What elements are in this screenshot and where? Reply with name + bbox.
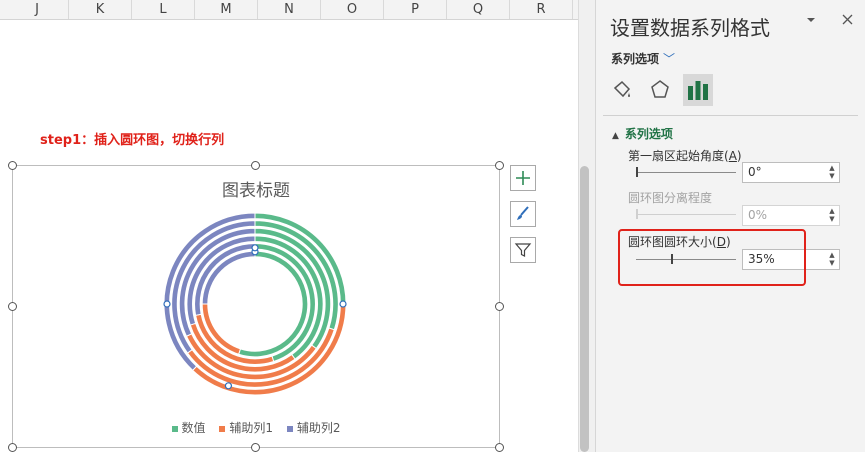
chart-elements-button[interactable] xyxy=(510,165,536,191)
tab-divider xyxy=(603,115,858,116)
doughnut-chart[interactable] xyxy=(150,206,362,402)
column-header-p[interactable]: P xyxy=(384,0,447,19)
label-accel: A xyxy=(728,149,737,163)
slider-thumb[interactable] xyxy=(636,167,638,177)
chart-styles-button[interactable] xyxy=(510,201,536,227)
column-header-k[interactable]: K xyxy=(69,0,132,19)
pane-options-dropdown[interactable] xyxy=(806,14,816,29)
input-value: 0% xyxy=(748,208,768,222)
close-icon xyxy=(842,14,853,25)
scrollbar-thumb[interactable] xyxy=(580,166,589,452)
legend-label: 数值 xyxy=(181,421,206,435)
legend-swatch xyxy=(171,425,178,432)
resize-handle-top[interactable] xyxy=(251,161,260,170)
selection-point[interactable] xyxy=(163,300,171,308)
column-header-r[interactable]: R xyxy=(510,0,573,19)
legend-swatch xyxy=(219,425,226,432)
plus-icon xyxy=(516,171,530,185)
first-slice-angle-input[interactable]: 0° ▲ ▼ xyxy=(742,162,840,183)
chevron-down-icon xyxy=(807,18,815,22)
column-header-o[interactable]: O xyxy=(321,0,384,19)
label-text: 第一扇区起始角度( xyxy=(628,149,729,163)
resize-handle-right[interactable] xyxy=(495,302,504,311)
label-text: 圆环图分离程度 xyxy=(628,191,713,205)
series-options-dropdown-label: 系列选项 xyxy=(611,52,660,66)
chart-title[interactable]: 图表标题 xyxy=(12,176,500,201)
bar-chart-icon xyxy=(688,81,708,100)
legend-item: 辅助列2 xyxy=(286,419,341,436)
spin-arrows: ▲ ▼ xyxy=(829,207,835,223)
input-value: 0° xyxy=(748,165,762,179)
label-suffix: ) xyxy=(736,149,742,163)
resize-handle-top-left[interactable] xyxy=(8,161,17,170)
format-series-pane xyxy=(595,0,865,452)
first-slice-angle-slider[interactable] xyxy=(636,172,736,173)
section-series-options[interactable]: ▲ 系列选项 xyxy=(612,125,673,142)
tab-effects[interactable] xyxy=(645,74,675,106)
column-header-q[interactable]: Q xyxy=(447,0,510,19)
series-options-dropdown[interactable]: 系列选项 ﹀ xyxy=(611,50,675,67)
chart-filters-button[interactable] xyxy=(510,237,536,263)
donut-explosion-slider xyxy=(636,214,736,215)
resize-handle-bottom-left[interactable] xyxy=(8,443,17,452)
legend-item: 辅助列1 xyxy=(219,419,273,436)
pane-close-button[interactable] xyxy=(842,14,853,29)
slider-thumb xyxy=(636,209,638,219)
chart-legend[interactable]: 数值 辅助列1 辅助列2 xyxy=(12,419,500,436)
resize-handle-left[interactable] xyxy=(8,302,17,311)
legend-item: 数值 xyxy=(171,419,206,436)
spin-arrows[interactable]: ▲ ▼ xyxy=(827,251,837,267)
legend-swatch xyxy=(286,425,293,432)
column-header-n[interactable]: N xyxy=(258,0,321,19)
donut-explosion-label: 圆环图分离程度 xyxy=(628,189,712,206)
resize-handle-top-right[interactable] xyxy=(495,161,504,170)
selection-point[interactable] xyxy=(251,244,259,252)
pane-title: 设置数据系列格式 xyxy=(610,16,770,40)
collapse-triangle-icon: ▲ xyxy=(612,131,619,141)
column-header-j[interactable]: J xyxy=(6,0,69,19)
legend-label: 辅助列2 xyxy=(296,421,341,435)
section-label: 系列选项 xyxy=(624,127,673,141)
spin-arrows[interactable]: ▲ ▼ xyxy=(827,164,837,180)
filter-icon xyxy=(514,243,532,257)
first-slice-angle-label: 第一扇区起始角度(A) xyxy=(628,147,742,164)
legend-label: 辅助列1 xyxy=(229,421,273,435)
selection-point[interactable] xyxy=(339,300,347,308)
chevron-down-icon: ﹀ xyxy=(663,52,676,66)
tab-fill-line[interactable] xyxy=(607,74,637,106)
column-header-l[interactable]: L xyxy=(132,0,195,19)
resize-handle-bottom-right[interactable] xyxy=(495,443,504,452)
step-annotation: step1：插入圆环图，切换行列 xyxy=(40,133,225,148)
column-header-m[interactable]: M xyxy=(195,0,258,19)
brush-icon xyxy=(517,206,529,220)
resize-handle-bottom[interactable] xyxy=(251,443,260,452)
highlight-box xyxy=(618,229,806,286)
paint-bucket-icon xyxy=(613,80,631,98)
column-header-bar: JKLMNOPQRS xyxy=(0,0,636,20)
tab-series-options[interactable] xyxy=(683,74,713,106)
donut-explosion-input: 0% ▲ ▼ xyxy=(742,205,840,226)
pentagon-icon xyxy=(651,80,669,98)
selection-point[interactable] xyxy=(224,382,233,390)
